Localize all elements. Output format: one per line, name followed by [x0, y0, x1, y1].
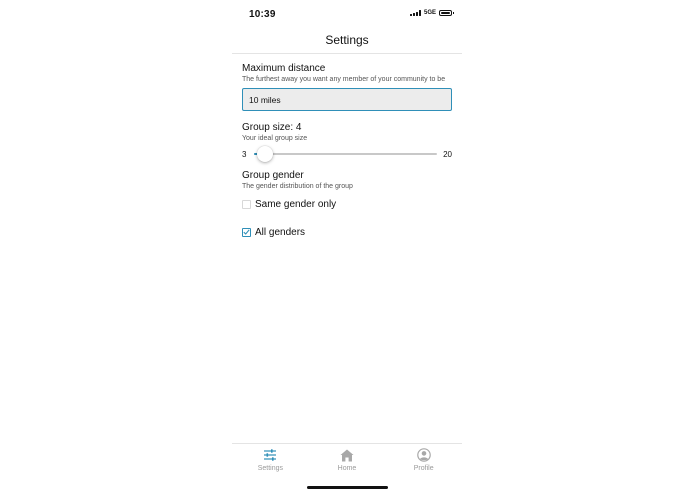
- home-icon: [339, 447, 355, 463]
- max-distance-title: Maximum distance: [242, 63, 326, 74]
- tab-home[interactable]: Home: [309, 444, 386, 476]
- tab-profile-label: Profile: [413, 465, 434, 472]
- max-distance-subtitle: The furthest away you want any member of…: [242, 76, 446, 83]
- slider-min-label: 3: [242, 149, 247, 159]
- group-size-title: Group size: 4: [242, 122, 302, 133]
- home-indicator: [307, 486, 388, 489]
- tab-settings-label: Settings: [257, 465, 283, 472]
- phone-screen: 10:39 5GE Settings Maximum distance The …: [232, 0, 462, 494]
- tab-home-label: Home: [337, 465, 357, 472]
- all-genders-option[interactable]: All genders: [242, 226, 452, 238]
- group-size-section: Group size: 4 Your ideal group size 3 20: [242, 121, 452, 162]
- all-genders-label: All genders: [255, 226, 306, 238]
- status-indicators: 5GE: [409, 10, 454, 16]
- tab-settings[interactable]: Settings: [232, 444, 309, 476]
- max-distance-section: Maximum distance The furthest away you w…: [242, 62, 452, 111]
- group-gender-title: Group gender: [242, 170, 304, 181]
- signal-icon: [409, 10, 421, 16]
- slider-max-label: 20: [443, 149, 452, 159]
- battery-icon: [439, 10, 454, 16]
- group-size-subtitle: Your ideal group size: [242, 135, 308, 142]
- group-gender-section: Group gender The gender distribution of …: [242, 169, 452, 238]
- max-distance-value: 10 miles: [249, 94, 281, 105]
- profile-icon: [416, 447, 432, 463]
- group-gender-subtitle: The gender distribution of the group: [242, 183, 353, 190]
- tab-profile[interactable]: Profile: [385, 444, 462, 476]
- same-gender-option[interactable]: Same gender only: [242, 198, 452, 210]
- page-title: Settings: [325, 33, 369, 47]
- slider-thumb[interactable]: [256, 146, 273, 162]
- same-gender-label: Same gender only: [255, 198, 337, 210]
- network-type: 5GE: [423, 10, 436, 16]
- settings-form: Maximum distance The furthest away you w…: [242, 62, 452, 238]
- status-time: 10:39: [249, 9, 276, 20]
- group-size-slider[interactable]: [254, 146, 437, 162]
- tab-bar: Settings Home Profile: [232, 444, 462, 476]
- same-gender-checkbox[interactable]: [242, 199, 251, 209]
- group-size-slider-row: 3 20: [242, 146, 452, 162]
- screen: 10:39 5GE Settings Maximum distance The …: [0, 0, 695, 494]
- checkmark-icon: [243, 229, 250, 235]
- sliders-icon: [262, 447, 278, 463]
- max-distance-input[interactable]: 10 miles: [242, 88, 452, 111]
- all-genders-checkbox[interactable]: [242, 227, 251, 237]
- header-divider: [232, 53, 462, 54]
